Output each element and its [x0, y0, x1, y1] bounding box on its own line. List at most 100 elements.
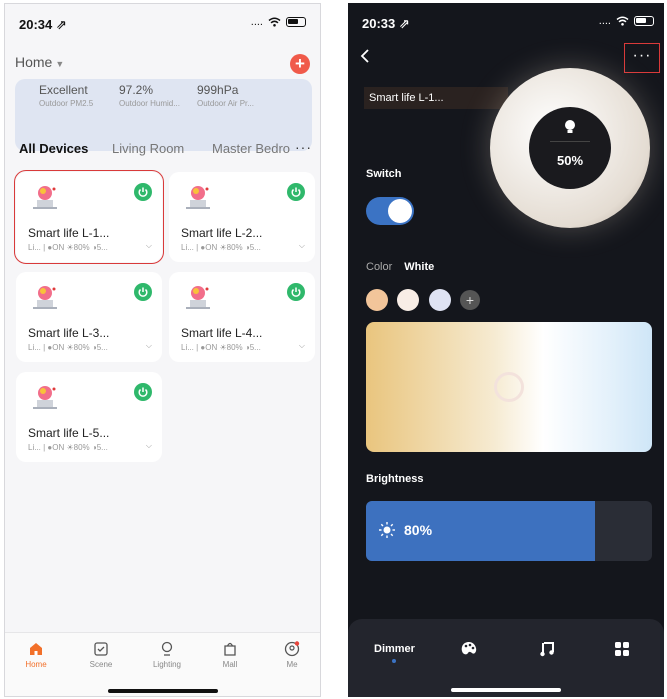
- tab-more-modes[interactable]: [614, 641, 630, 662]
- signal-icon: ....: [250, 16, 263, 28]
- caret-down-icon[interactable]: ▼: [55, 59, 64, 69]
- palette-icon: [461, 642, 477, 655]
- switch-label: Switch: [366, 168, 402, 180]
- light-control-screen: 20:33 ⇗ .... ··· Smart life L-1... 50% S…: [348, 3, 664, 697]
- room-tabs: All Devices Living Room Master Bedro ···: [19, 139, 312, 161]
- battery-icon: [634, 16, 654, 26]
- home-selector[interactable]: Home: [15, 54, 52, 70]
- home-indicator: [451, 688, 561, 692]
- toggle-knob: [388, 199, 412, 223]
- device-card-4[interactable]: Smart life L-4... Li... | ●ON ☀80% ◑5...…: [169, 272, 315, 362]
- nav-label: Home: [25, 660, 47, 669]
- device-name: Smart life L-4...: [181, 326, 263, 340]
- status-bar: 20:34 ⇗ ....: [5, 4, 320, 42]
- back-button[interactable]: [360, 47, 370, 68]
- nav-scene[interactable]: Scene: [76, 641, 126, 669]
- scene-icon: [94, 642, 108, 656]
- chevron-down-icon[interactable]: ⌵: [299, 241, 305, 251]
- light-device-icon: [33, 386, 57, 409]
- device-name: Smart life L-5...: [28, 426, 110, 440]
- device-status: Li... | ●ON ☀80% ◑5...: [28, 343, 108, 352]
- mall-icon: [224, 642, 236, 656]
- home-indicator: [107, 689, 218, 693]
- device-card-2[interactable]: Smart life L-2... Li... | ●ON ☀80% ◑5...…: [169, 172, 315, 262]
- nav-label: Me: [286, 660, 298, 669]
- device-card-1[interactable]: Smart life L-1... Li... | ●ON ☀80% ◑5...…: [14, 170, 164, 264]
- wifi-icon: [268, 17, 281, 27]
- chevron-left-icon: [360, 49, 369, 63]
- dial-center: 50%: [529, 107, 611, 189]
- color-temperature-picker[interactable]: [366, 322, 652, 452]
- device-card-3[interactable]: Smart life L-3... Li... | ●ON ☀80% ◑5...…: [16, 272, 162, 362]
- tab-white[interactable]: White: [404, 261, 434, 273]
- add-device-button[interactable]: +: [290, 54, 310, 74]
- control-tabs: Dimmer: [348, 619, 664, 697]
- device-card-5[interactable]: Smart life L-5... Li... | ●ON ☀80% ◑5...…: [16, 372, 162, 462]
- weather-label: Outdoor PM2.5: [39, 99, 94, 108]
- weather-value: Excellent: [39, 83, 88, 97]
- wifi-icon: [616, 16, 629, 26]
- weather-item-humidity: 97.2% Outdoor Humid...: [119, 83, 180, 108]
- power-toggle[interactable]: [366, 197, 414, 225]
- tab-scene-colors[interactable]: [460, 641, 478, 662]
- device-name-label: Smart life L-1...: [364, 87, 508, 109]
- tab-color[interactable]: Color: [366, 261, 392, 273]
- light-device-icon: [33, 186, 57, 209]
- home-icon: [30, 643, 42, 655]
- tab-music[interactable]: [539, 641, 555, 662]
- sun-icon: [379, 522, 395, 538]
- light-device-icon: [186, 286, 210, 309]
- color-mode-tabs: Color White: [366, 261, 446, 273]
- brightness-slider[interactable]: 80%: [366, 501, 652, 561]
- device-name: Smart life L-3...: [28, 326, 110, 340]
- music-icon: [540, 642, 554, 657]
- swatch-cool[interactable]: [429, 289, 451, 311]
- screenshot-canvas: 20:34 ⇗ .... Home ▼ + Excellent Outdoor P…: [0, 0, 667, 699]
- swatch-neutral[interactable]: [397, 289, 419, 311]
- swatch-warm[interactable]: [366, 289, 388, 311]
- power-button[interactable]: [287, 183, 305, 201]
- nav-home[interactable]: Home: [11, 641, 61, 669]
- more-options-button[interactable]: ···: [624, 43, 660, 73]
- brightness-dial[interactable]: 50%: [490, 68, 650, 228]
- device-name: Smart life L-1...: [28, 226, 110, 240]
- device-status: Li... | ●ON ☀80% ◑5...: [181, 243, 261, 252]
- bulb-icon: [565, 120, 575, 133]
- device-status: Li... | ●ON ☀80% ◑5...: [28, 243, 108, 252]
- add-swatch-button[interactable]: +: [460, 290, 480, 310]
- chevron-down-icon[interactable]: ⌵: [299, 341, 305, 351]
- dimmer-tab-label: Dimmer: [374, 643, 415, 655]
- picker-knob[interactable]: [494, 372, 524, 402]
- status-time: 20:34 ⇗: [19, 17, 67, 32]
- tab-living-room[interactable]: Living Room: [112, 141, 184, 156]
- active-indicator: [392, 659, 397, 663]
- chevron-down-icon[interactable]: ⌵: [146, 241, 152, 251]
- nav-label: Mall: [222, 660, 238, 669]
- light-device-icon: [186, 186, 210, 209]
- brightness-readout: 80%: [378, 521, 432, 539]
- chevron-down-icon[interactable]: ⌵: [146, 441, 152, 451]
- weather-value: 97.2%: [119, 83, 154, 97]
- chevron-down-icon[interactable]: ⌵: [146, 341, 152, 351]
- tab-dimmer[interactable]: Dimmer: [374, 643, 415, 663]
- weather-value: 999hPa: [197, 83, 239, 97]
- nav-lighting[interactable]: Lighting: [142, 641, 192, 669]
- signal-icon: ....: [598, 15, 611, 27]
- nav-mall[interactable]: Mall: [205, 641, 255, 669]
- power-button[interactable]: [134, 383, 152, 401]
- home-selector-row: Home ▼ +: [15, 54, 310, 76]
- tab-master-bedroom[interactable]: Master Bedro: [212, 141, 290, 156]
- light-device-icon: [33, 286, 57, 309]
- lighting-icon: [161, 641, 173, 656]
- status-indicators: ....: [251, 16, 306, 28]
- power-button[interactable]: [134, 283, 152, 301]
- weather-label: Outdoor Humid...: [119, 99, 180, 108]
- nav-me[interactable]: Me: [267, 641, 317, 669]
- power-button[interactable]: [134, 183, 152, 201]
- more-tabs-button[interactable]: ···: [295, 139, 312, 155]
- battery-icon: [286, 17, 306, 27]
- dial-divider: [550, 141, 590, 142]
- power-button[interactable]: [287, 283, 305, 301]
- tab-all-devices[interactable]: All Devices: [19, 141, 88, 156]
- status-indicators: ....: [599, 15, 654, 27]
